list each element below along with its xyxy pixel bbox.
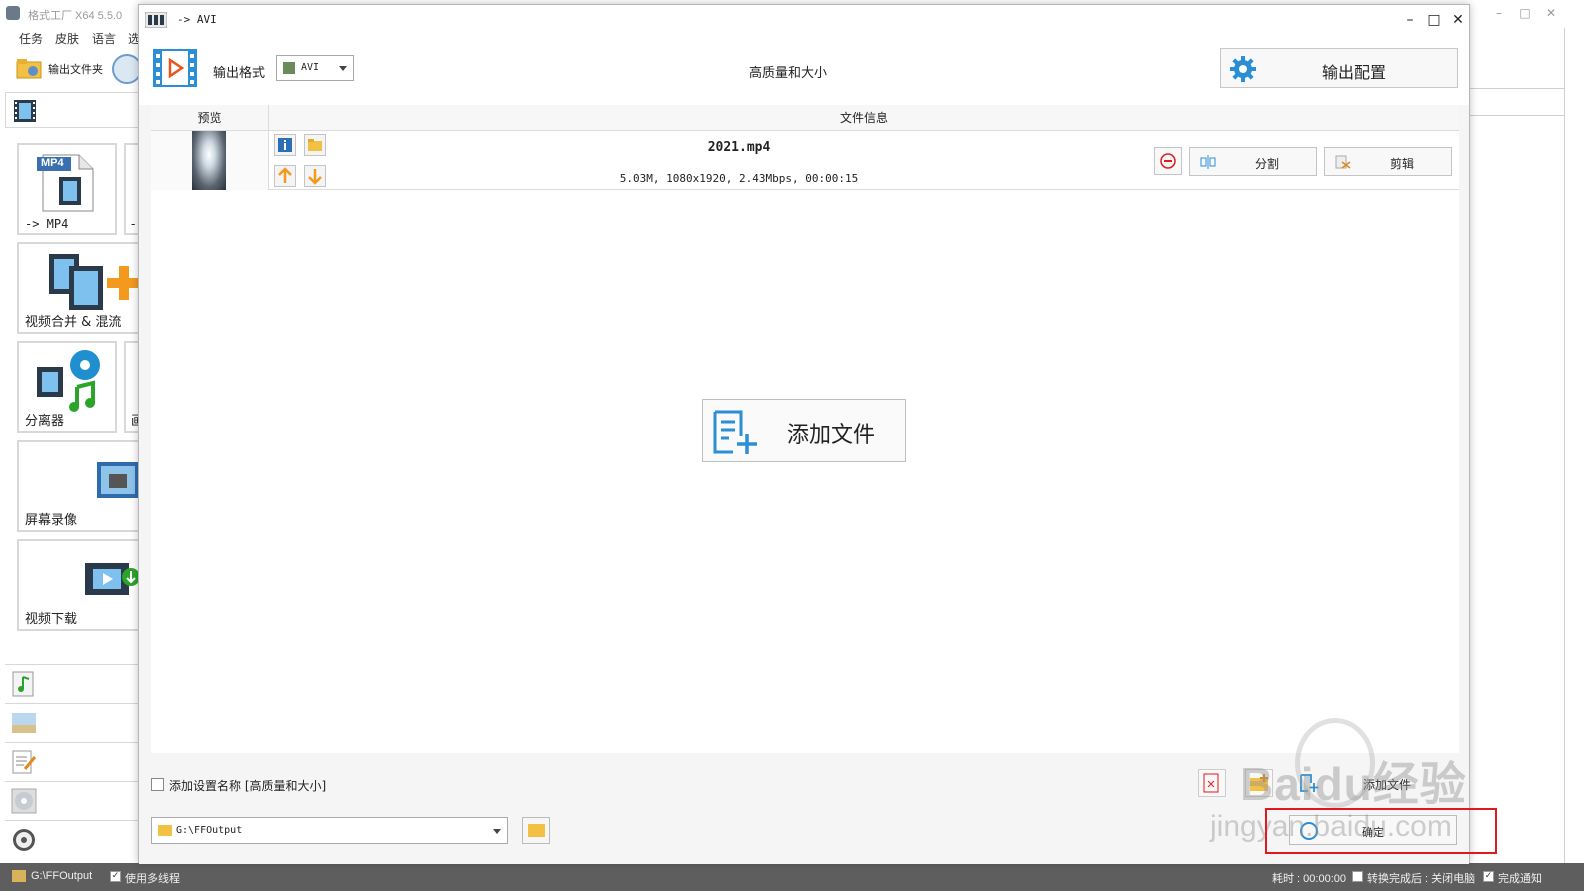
file-name: 2021.mp4 xyxy=(707,140,771,155)
video-thumbnail[interactable] xyxy=(192,131,226,190)
image-icon xyxy=(12,713,36,733)
category-utilities[interactable] xyxy=(5,820,140,858)
multithread-label: 使用多线程 xyxy=(125,873,180,885)
tile-label: -> MP4 xyxy=(25,217,69,231)
app-logo-icon xyxy=(6,6,20,20)
add-file-icon xyxy=(713,410,757,454)
splitter-icon xyxy=(37,350,100,412)
dialog-minimize-icon[interactable]: – xyxy=(1401,11,1419,29)
split-label: 分割 xyxy=(1254,157,1279,171)
quality-label: 高质量和大小 xyxy=(749,66,828,81)
output-path-select[interactable]: G:\FFOutput xyxy=(151,817,508,844)
tile-label: 屏幕录像 xyxy=(25,513,78,528)
multithread-checkbox[interactable]: ✓ xyxy=(110,871,121,882)
folder-icon xyxy=(158,825,172,836)
add-setting-name-checkbox[interactable] xyxy=(151,778,164,791)
file-info: 5.03M, 1080x1920, 2.43Mbps, 00:00:15 xyxy=(619,172,859,185)
avi-small-icon xyxy=(283,62,295,74)
clip-button[interactable]: 剪辑 xyxy=(1324,147,1452,176)
chevron-down-icon xyxy=(339,66,347,71)
film-icon xyxy=(14,100,36,122)
output-path-value: G:\FFOutput xyxy=(176,825,243,836)
category-document[interactable] xyxy=(5,742,140,780)
tile-label: 视频合并 & 混流 xyxy=(25,315,122,330)
audio-icon xyxy=(12,671,34,697)
merge-video-icon xyxy=(49,254,141,310)
red-highlight-box xyxy=(1265,808,1497,854)
open-folder-icon xyxy=(528,824,545,837)
file-list-header: 预览 文件信息 xyxy=(151,105,1459,131)
background-divider xyxy=(1564,28,1565,863)
menu-task[interactable]: 任务 xyxy=(19,30,43,47)
after-convert-label[interactable]: 转换完成后 : 关闭电脑 xyxy=(1367,870,1475,886)
column-file-info: 文件信息 xyxy=(839,111,888,125)
tile-label: 分离器 xyxy=(25,414,65,429)
add-file-label: 添加文件 xyxy=(787,423,876,448)
output-config-label: 输出配置 xyxy=(1321,63,1386,82)
disc-icon xyxy=(11,788,37,814)
category-disc[interactable] xyxy=(5,781,140,819)
category-audio[interactable] xyxy=(5,664,140,702)
avi-format-icon xyxy=(145,12,167,28)
document-icon xyxy=(12,750,37,774)
elapsed-time: 耗时 : 00:00:00 xyxy=(1272,873,1346,885)
browse-folder-button[interactable] xyxy=(522,817,550,844)
after-convert-checkbox[interactable] xyxy=(1352,871,1363,882)
add-file-button[interactable]: 添加文件 xyxy=(702,399,906,462)
remove-file-button[interactable] xyxy=(1154,147,1182,175)
background-panel-header xyxy=(1469,88,1565,116)
status-output-path[interactable]: G:\FFOutput xyxy=(31,870,92,882)
tile-splitter[interactable]: 分离器 xyxy=(17,341,117,433)
menu-skin[interactable]: 皮肤 xyxy=(55,30,79,47)
clip-label: 剪辑 xyxy=(1389,157,1414,171)
output-folder-label[interactable]: 输出文件夹 xyxy=(48,61,103,77)
dialog-close-icon[interactable]: ✕ xyxy=(1449,11,1467,29)
file-list: 预览 文件信息 2021.mp4 5.03M, 1080x1920, 2.43M… xyxy=(151,105,1459,753)
main-maximize-icon[interactable]: □ xyxy=(1518,6,1532,20)
format-select[interactable]: AVI xyxy=(276,55,354,81)
chevron-down-icon xyxy=(493,829,501,834)
video-download-icon xyxy=(85,563,140,595)
video-format-icon xyxy=(153,49,197,87)
video-category-tab[interactable] xyxy=(5,92,140,128)
main-close-icon[interactable]: ✕ xyxy=(1544,6,1558,20)
format-bar: 输出格式 AVI 高质量和大小 输出配置 xyxy=(139,35,1469,105)
remove-icon xyxy=(1160,153,1176,169)
tile-label: 视频下载 xyxy=(25,612,78,627)
utilities-icon xyxy=(13,829,35,851)
file-row[interactable]: 2021.mp4 5.03M, 1080x1920, 2.43Mbps, 00:… xyxy=(151,131,1459,190)
add-setting-name-label[interactable]: 添加设置名称 [高质量和大小] xyxy=(169,777,326,794)
column-preview: 预览 xyxy=(151,105,269,131)
dialog-titlebar: -> AVI – □ ✕ xyxy=(139,5,1469,35)
status-folder-icon[interactable] xyxy=(12,870,26,882)
dialog-maximize-icon[interactable]: □ xyxy=(1425,11,1443,29)
format-label: 输出格式 xyxy=(213,66,266,81)
tile-video-download[interactable]: 视频下载 xyxy=(17,539,140,631)
output-config-button[interactable]: 输出配置 xyxy=(1220,48,1458,88)
notify-checkbox[interactable]: ✓ xyxy=(1483,871,1494,882)
main-minimize-icon[interactable]: – xyxy=(1492,6,1506,20)
split-button[interactable]: 分割 xyxy=(1189,147,1317,176)
tile-label: - xyxy=(131,217,136,231)
screen-record-icon xyxy=(97,462,139,498)
output-folder-icon[interactable] xyxy=(16,56,42,80)
tile-screen-record[interactable]: 屏幕录像 xyxy=(17,440,140,532)
dialog-title: -> AVI xyxy=(177,13,217,26)
main-window-title: 格式工厂 X64 5.5.0 xyxy=(28,10,123,22)
preview-cell[interactable] xyxy=(151,131,269,190)
category-image[interactable] xyxy=(5,703,140,741)
mp4-badge: MP4 xyxy=(41,157,64,169)
notify-label: 完成通知 xyxy=(1498,873,1542,885)
tile-to-mp4[interactable]: MP4 -> MP4 xyxy=(17,143,117,235)
menu-language[interactable]: 语言 xyxy=(92,30,116,47)
format-value: AVI xyxy=(301,62,320,73)
status-bar: G:\FFOutput ✓ 使用多线程 耗时 : 00:00:00 转换完成后 … xyxy=(0,863,1584,891)
tile-merge[interactable]: 视频合并 & 混流 xyxy=(17,242,141,334)
watermark-brand: Baidu经验 xyxy=(1240,758,1467,810)
